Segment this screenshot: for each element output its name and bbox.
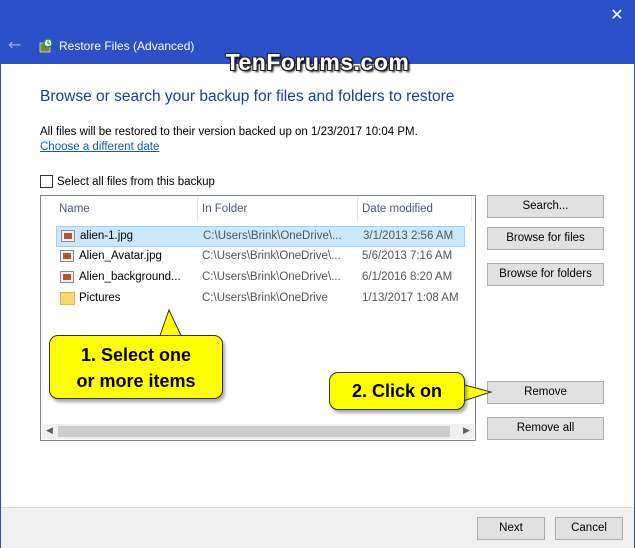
folder-icon xyxy=(60,292,75,305)
file-folder: C:\Users\Brink\OneDrive\... xyxy=(202,271,341,283)
remove-all-button[interactable]: Remove all xyxy=(487,417,604,440)
file-date: 3/1/2013 2:56 AM xyxy=(363,230,454,242)
column-header-name[interactable]: Name xyxy=(55,196,198,222)
remove-button[interactable]: Remove xyxy=(487,381,604,404)
file-name: Pictures xyxy=(79,292,121,304)
watermark: TenForums.com xyxy=(225,49,410,75)
title-bar: ✕ ← Restore Files (Advanced) TenForums.c… xyxy=(1,1,634,75)
file-name: alien-1.jpg xyxy=(80,230,134,242)
file-folder: C:\Users\Brink\OneDrive xyxy=(202,292,328,304)
table-row[interactable]: Alien_Avatar.jpg C:\Users\Brink\OneDrive… xyxy=(56,247,465,268)
table-row[interactable]: alien-1.jpg C:\Users\Brink\OneDrive\... … xyxy=(56,226,465,247)
close-icon[interactable]: ✕ xyxy=(606,4,628,26)
callout-select-items: 1. Select one or more items xyxy=(49,335,223,399)
select-all-checkbox[interactable] xyxy=(40,175,53,188)
dialog-footer: Next Cancel xyxy=(1,507,634,548)
callout-line: or more items xyxy=(76,371,196,391)
next-button[interactable]: Next xyxy=(477,517,545,540)
backup-info-text: All files will be restored to their vers… xyxy=(40,126,418,138)
column-header-date-modified[interactable]: Date modified xyxy=(358,196,472,222)
file-date: 5/6/2013 7:16 AM xyxy=(362,250,453,262)
file-name: Alien_background... xyxy=(79,271,181,283)
table-row[interactable]: Pictures C:\Users\Brink\OneDrive 1/13/20… xyxy=(56,289,465,310)
image-file-icon xyxy=(61,230,75,242)
scrollbar-thumb[interactable] xyxy=(58,426,450,437)
image-file-icon xyxy=(60,250,74,262)
restore-files-window: ✕ ← Restore Files (Advanced) TenForums.c… xyxy=(0,0,635,548)
browse-for-folders-button[interactable]: Browse for folders xyxy=(487,263,604,286)
cancel-button[interactable]: Cancel xyxy=(555,517,623,540)
table-row[interactable]: Alien_background... C:\Users\Brink\OneDr… xyxy=(56,268,465,289)
image-file-icon xyxy=(60,271,74,283)
choose-different-date-link[interactable]: Choose a different date xyxy=(40,141,159,153)
page-heading: Browse or search your backup for files a… xyxy=(40,88,455,105)
file-name: Alien_Avatar.jpg xyxy=(79,250,162,262)
file-folder: C:\Users\Brink\OneDrive\... xyxy=(203,230,342,242)
file-date: 6/1/2016 8:20 AM xyxy=(362,271,453,283)
search-button[interactable]: Search... xyxy=(487,195,604,218)
scroll-left-icon[interactable]: ◀ xyxy=(42,424,57,439)
callout-line: 1. Select one xyxy=(80,345,192,365)
scroll-right-icon[interactable]: ▶ xyxy=(459,424,474,439)
select-all-label: Select all files from this backup xyxy=(57,175,215,188)
column-header-in-folder[interactable]: In Folder xyxy=(198,196,358,222)
browse-for-files-button[interactable]: Browse for files xyxy=(487,227,604,250)
file-date: 1/13/2017 1:08 AM xyxy=(362,292,459,304)
select-all-checkbox-row[interactable]: Select all files from this backup xyxy=(40,175,215,188)
file-folder: C:\Users\Brink\OneDrive\... xyxy=(202,250,341,262)
horizontal-scrollbar[interactable]: ◀ ▶ xyxy=(42,424,474,439)
callout-click-on: 2. Click on xyxy=(329,372,465,410)
